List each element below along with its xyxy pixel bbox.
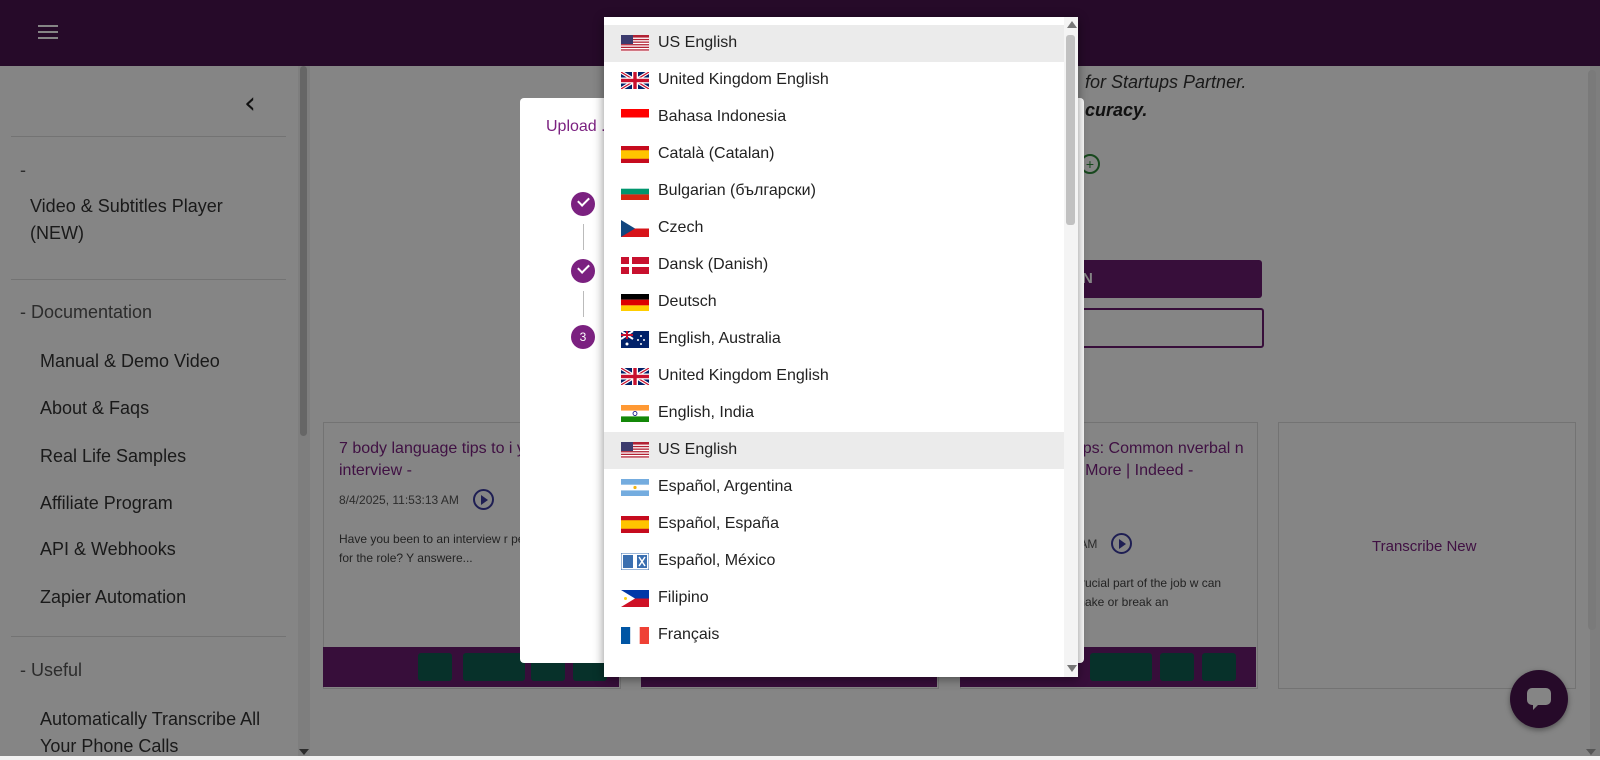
flag-de-icon: [621, 294, 649, 311]
flag-es-icon: [621, 146, 649, 163]
language-option[interactable]: Español, España: [604, 506, 1064, 543]
page-scroll-thumb[interactable]: [1588, 70, 1596, 630]
language-option[interactable]: United Kingdom English: [604, 358, 1064, 395]
language-option-label: Bahasa Indonesia: [658, 108, 787, 125]
language-option[interactable]: Czech: [604, 210, 1064, 247]
language-option-label: Dansk (Danish): [658, 256, 769, 273]
language-option[interactable]: Català (Catalan): [604, 136, 1064, 173]
step-connector: [583, 224, 584, 250]
language-option[interactable]: Deutsch: [604, 284, 1064, 321]
language-option-label: Deutsch: [658, 293, 717, 310]
dropdown-scroll-thumb[interactable]: [1066, 35, 1075, 225]
flag-fr-icon: [621, 627, 649, 644]
language-option[interactable]: Español, México: [604, 543, 1064, 580]
language-option[interactable]: Filipino: [604, 580, 1064, 617]
step-number: 3: [571, 325, 595, 349]
language-option[interactable]: United Kingdom English: [604, 62, 1064, 99]
language-option-label: US English: [658, 441, 738, 458]
dialog-title: Upload .: [546, 118, 606, 135]
check-icon: [577, 261, 590, 274]
language-option[interactable]: English, Australia: [604, 321, 1064, 358]
step-complete-icon: [571, 259, 595, 283]
language-option-label: Español, México: [658, 552, 776, 569]
flag-us-icon: [621, 35, 649, 52]
language-option[interactable]: Dansk (Danish): [604, 247, 1064, 284]
language-option-label: US English: [658, 34, 738, 51]
language-option-label: Català (Catalan): [658, 145, 775, 162]
check-icon: [577, 194, 590, 207]
flag-ph-icon: [621, 590, 649, 607]
language-option-label: Filipino: [658, 589, 709, 606]
flag-cz-icon: [621, 220, 649, 237]
step-connector: [583, 291, 584, 317]
flag-uk-icon: [621, 368, 649, 385]
step-complete-icon: [571, 192, 595, 216]
language-option[interactable]: US English: [604, 432, 1064, 469]
language-option[interactable]: English, India: [604, 395, 1064, 432]
language-option[interactable]: Bulgarian (български): [604, 173, 1064, 210]
language-option[interactable]: US English: [604, 25, 1064, 62]
language-option-label: English, Australia: [658, 330, 781, 347]
scroll-up-icon[interactable]: [1067, 21, 1077, 28]
language-option-label: English, India: [658, 404, 755, 421]
flag-au-icon: [621, 331, 649, 348]
scroll-down-icon[interactable]: [1067, 665, 1077, 672]
language-option-label: Français: [658, 626, 720, 643]
language-option-label: Español, Argentina: [658, 478, 793, 495]
page-scroll-down-icon[interactable]: [1586, 749, 1596, 755]
flag-dk-icon: [621, 257, 649, 274]
flag-in-icon: [621, 405, 649, 422]
language-option[interactable]: Bahasa Indonesia: [604, 99, 1064, 136]
flag-ar-icon: [621, 479, 649, 496]
language-option[interactable]: Español, Argentina: [604, 469, 1064, 506]
language-option-label: Español, España: [658, 515, 779, 532]
language-option-label: United Kingdom English: [658, 71, 829, 88]
language-option-label: Bulgarian (български): [658, 182, 816, 199]
language-dropdown[interactable]: US English United Kingdom English Bahasa I…: [604, 17, 1078, 677]
language-option-label: Czech: [658, 219, 704, 236]
flag-mx-icon: [621, 553, 649, 570]
flag-us-icon: [621, 442, 649, 459]
language-option[interactable]: Français: [604, 617, 1064, 654]
flag-es-icon: [621, 516, 649, 533]
flag-uk-icon: [621, 72, 649, 89]
flag-bg-icon: [621, 183, 649, 200]
language-option-label: United Kingdom English: [658, 367, 829, 384]
flag-id-icon: [621, 109, 649, 126]
